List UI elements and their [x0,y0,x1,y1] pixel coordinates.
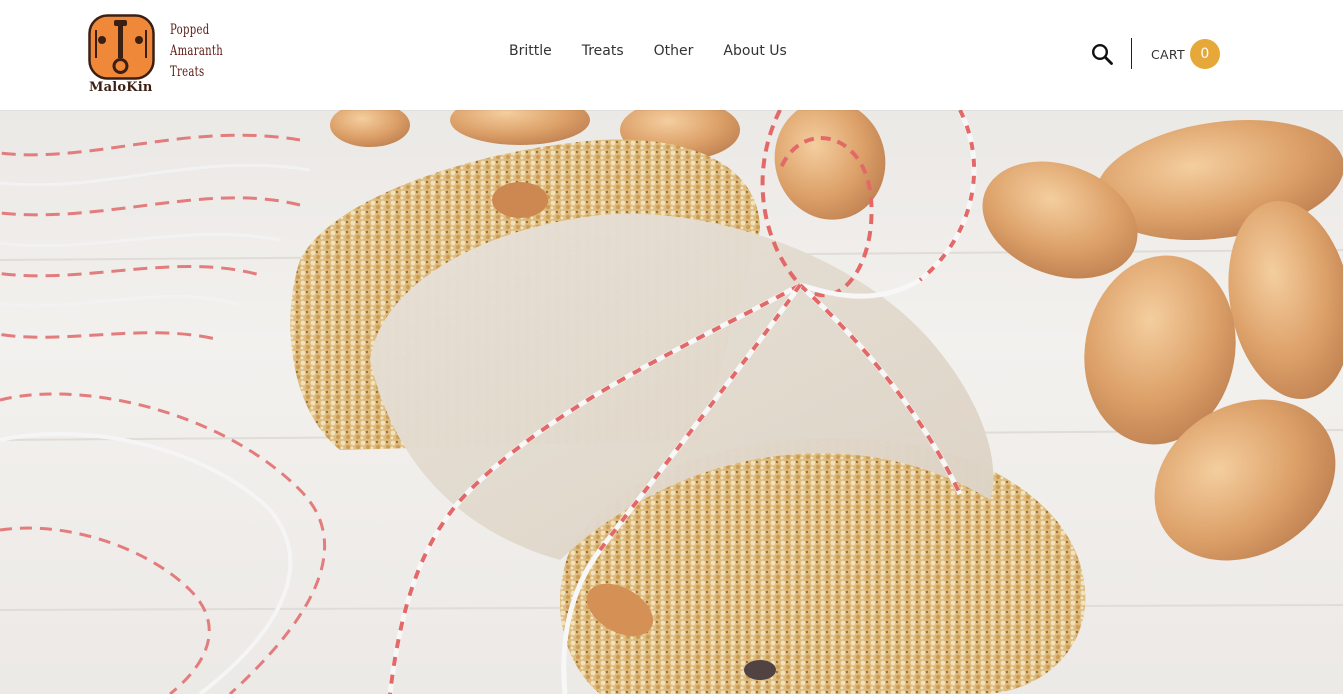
logo-wordmark: MaloKin [89,80,153,95]
main-nav: Brittle Treats Other About Us [509,43,817,59]
search-button[interactable] [1090,42,1114,66]
hero-banner [0,110,1343,694]
logo-mask-icon [88,14,155,80]
nav-item-other[interactable]: Other [654,43,694,59]
tagline-line-2: Amaranth [170,43,224,59]
site-header: MaloKin Popped Amaranth Treats Brittle T… [0,0,1343,110]
tagline-line-3: Treats [170,64,205,80]
nav-item-brittle[interactable]: Brittle [509,43,552,59]
tagline-line-1: Popped [170,22,210,38]
logo[interactable]: MaloKin Popped Amaranth Treats [88,14,238,98]
search-icon [1091,43,1113,65]
header-divider [1131,38,1132,69]
hero-image [0,110,1343,694]
cart-button[interactable]: CART 0 [1151,39,1220,69]
cart-label: CART [1151,46,1185,62]
nav-item-about-us[interactable]: About Us [723,43,786,59]
nav-item-treats[interactable]: Treats [582,43,624,59]
logo-tagline: Popped Amaranth Treats [170,20,223,83]
cart-count-badge: 0 [1189,39,1220,69]
